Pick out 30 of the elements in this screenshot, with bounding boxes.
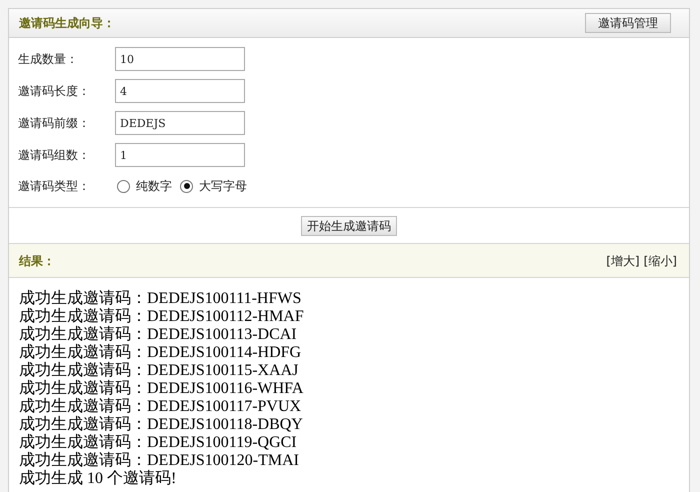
- result-line: 成功生成邀请码：DEDEJS100112-HMAF: [19, 308, 304, 326]
- result-line: 成功生成邀请码：DEDEJS100120-TMAI: [19, 452, 299, 470]
- input-field[interactable]: 1: [115, 143, 245, 167]
- result-line: 成功生成邀请码：DEDEJS100114-HDFG: [19, 344, 302, 362]
- generate-button[interactable]: 开始生成邀请码: [301, 216, 397, 236]
- field-label: 邀请码类型：: [18, 178, 91, 195]
- panel-title: 邀请码生成向导：: [19, 15, 115, 32]
- field-label: 生成数量：: [18, 51, 79, 68]
- field-label: 邀请码组数：: [18, 147, 91, 164]
- result-line: 成功生成邀请码：DEDEJS100119-QGCI: [19, 434, 297, 452]
- field-label: 邀请码前缀：: [18, 115, 91, 132]
- result-line: 成功生成邀请码：DEDEJS100116-WHFA: [19, 380, 304, 398]
- radio-option[interactable]: 纯数字: [117, 177, 172, 195]
- result-line: 成功生成邀请码：DEDEJS100118-DBQY: [19, 416, 303, 434]
- field-label: 邀请码长度：: [18, 83, 91, 100]
- result-line: 成功生成 10 个邀请码!: [19, 470, 176, 488]
- manage-button[interactable]: 邀请码管理: [585, 13, 671, 33]
- zoom-link[interactable]: [缩小]: [644, 252, 677, 270]
- results-title: 结果：: [19, 252, 55, 270]
- result-line: 成功生成邀请码：DEDEJS100111-HFWS: [19, 290, 302, 308]
- radio-button[interactable]: [117, 180, 130, 192]
- input-field[interactable]: 4: [115, 79, 245, 103]
- input-field[interactable]: DEDEJS: [115, 111, 245, 135]
- zoom-link[interactable]: [增大]: [606, 252, 640, 270]
- result-line: 成功生成邀请码：DEDEJS100113-DCAI: [19, 326, 297, 344]
- result-line: 成功生成邀请码：DEDEJS100115-XAAJ: [19, 362, 298, 380]
- result-line: 成功生成邀请码：DEDEJS100117-PVUX: [19, 398, 302, 416]
- radio-option[interactable]: 大写字母: [180, 177, 247, 195]
- input-field[interactable]: 10: [115, 47, 245, 71]
- radio-button[interactable]: [180, 180, 193, 192]
